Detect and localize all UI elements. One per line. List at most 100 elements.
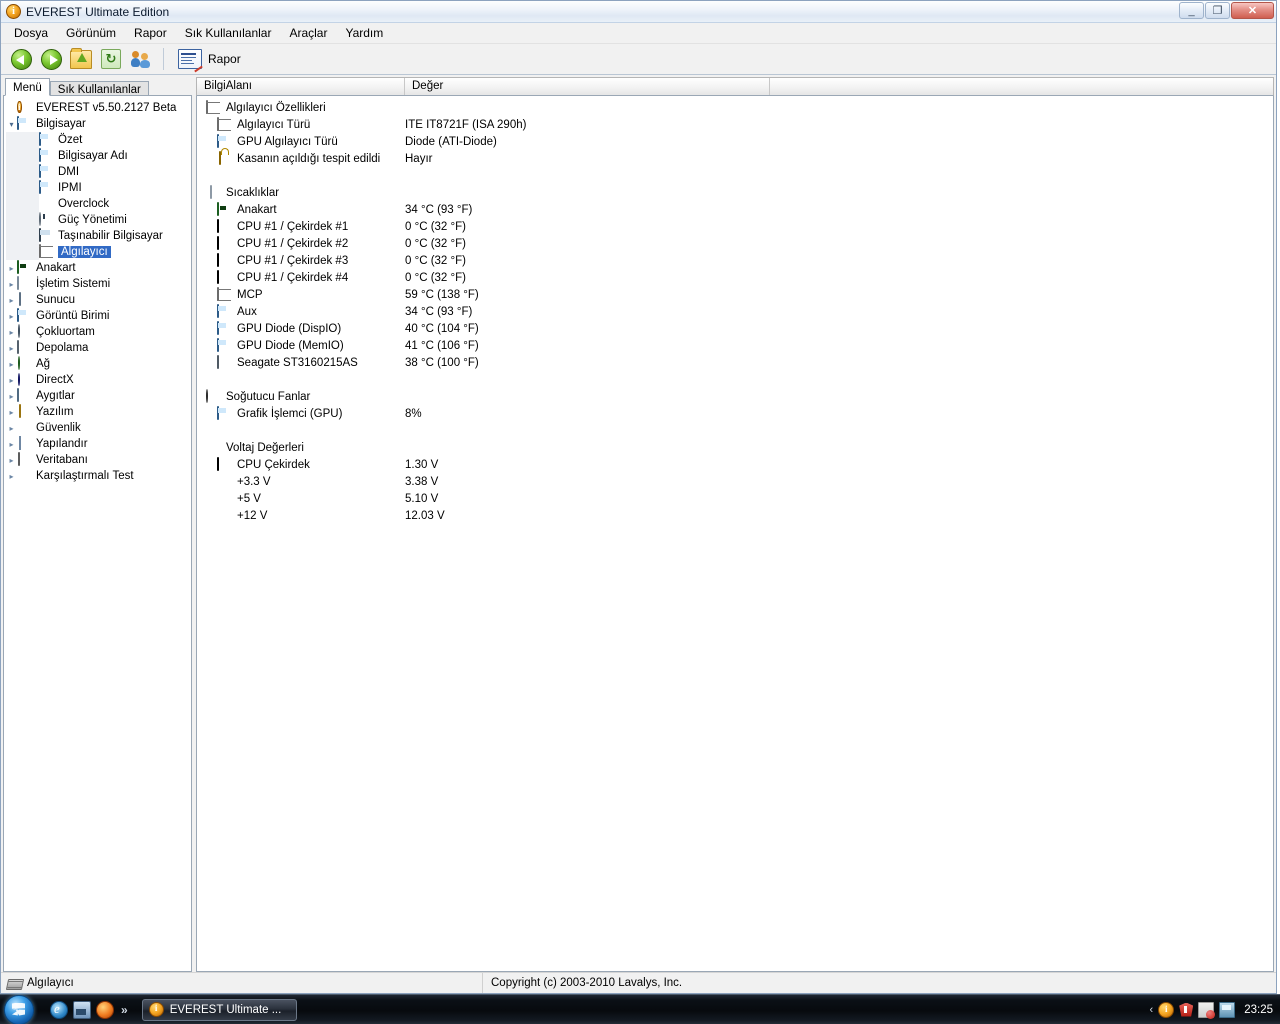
tree-guide	[6, 228, 17, 244]
tree-node-ayg-tlar[interactable]: ▸ Aygıtlar	[6, 388, 191, 404]
tree-node-yaz-l-m[interactable]: ▸ Yazılım	[6, 404, 191, 420]
tree-expander-collapse-icon[interactable]: ▾	[6, 116, 17, 132]
tree-node-alg-lay-c[interactable]: Algılayıcı	[6, 244, 191, 260]
tree-node-depolama[interactable]: ▸ Depolama	[6, 340, 191, 356]
left-pane: Menü Sık Kullanılanlar i EVEREST v5.50.2…	[3, 77, 192, 972]
menu-dosya[interactable]: Dosya	[5, 24, 57, 42]
forward-button[interactable]	[37, 46, 65, 72]
tree-expander-expand-icon[interactable]: ▸	[6, 404, 17, 420]
tree-node-kar-la-t-rmal-test[interactable]: ▸ Karşılaştırmalı Test	[6, 468, 191, 484]
tree-node-ipmi[interactable]: IPMI	[6, 180, 191, 196]
tree-expander-expand-icon[interactable]: ▸	[6, 468, 17, 484]
maximize-button[interactable]: ❐	[1205, 2, 1230, 19]
taskbar-button-everest[interactable]: i EVEREST Ultimate ...	[141, 998, 297, 1021]
action-center-icon[interactable]	[1198, 1001, 1216, 1019]
grid-row[interactable]: CPU #1 / Çekirdek #1 0 °C (32 °F)	[197, 218, 1273, 235]
tree-node-anakart[interactable]: ▸ Anakart	[6, 260, 191, 276]
tree-node-g-r-nt-birimi[interactable]: ▸ Görüntü Birimi	[6, 308, 191, 324]
menu-rapor[interactable]: Rapor	[125, 24, 176, 42]
network-icon[interactable]	[1219, 1001, 1236, 1018]
tree-node-ta-nabilir-bilgisayar[interactable]: Taşınabilir Bilgisayar	[6, 228, 191, 244]
grid-section-header[interactable]: Algılayıcı Özellikleri	[197, 99, 1273, 116]
users-button[interactable]	[127, 46, 155, 72]
tree-node-directx[interactable]: ▸ DirectX	[6, 372, 191, 388]
grid-row[interactable]: +3.3 V 3.38 V	[197, 473, 1273, 490]
tree-panel[interactable]: i EVEREST v5.50.2127 Beta ▾ Bilgisayar Öze…	[3, 95, 192, 972]
grid-row[interactable]: +12 V 12.03 V	[197, 507, 1273, 524]
grid-row[interactable]: MCP 59 °C (138 °F)	[197, 286, 1273, 303]
tree-node-i-letim-sistemi[interactable]: ▸ İşletim Sistemi	[6, 276, 191, 292]
tab-favorites[interactable]: Sık Kullanılanlar	[49, 81, 149, 96]
tree-node-okluortam[interactable]: ▸ Çokluortam	[6, 324, 191, 340]
grid-row[interactable]: Algılayıcı Türü ITE IT8721F (ISA 290h)	[197, 116, 1273, 133]
show-desktop-icon[interactable]	[73, 1000, 91, 1019]
column-header-extra[interactable]	[770, 78, 1273, 95]
tree-node-zet[interactable]: Özet	[6, 132, 191, 148]
navigation-tree: i EVEREST v5.50.2127 Beta ▾ Bilgisayar Öze…	[4, 96, 191, 484]
sensor-grid[interactable]: Algılayıcı Özellikleri Algılayıcı Türü ITE…	[196, 96, 1274, 972]
report-button[interactable]: Rapor	[172, 47, 247, 71]
menu-araclar[interactable]: Araçlar	[280, 24, 336, 42]
grid-row-name: GPU Diode (DispIO)	[237, 322, 342, 335]
tree-node-bilgisayar-ad[interactable]: Bilgisayar Adı	[6, 148, 191, 164]
tree-node-overclock[interactable]: Overclock	[6, 196, 191, 212]
tree-expander-expand-icon[interactable]: ▸	[6, 436, 17, 452]
tree-expander-expand-icon[interactable]: ▸	[6, 324, 17, 340]
tree-node-sunucu[interactable]: ▸ Sunucu	[6, 292, 191, 308]
grid-row[interactable]: Grafik İşlemci (GPU) 8%	[197, 405, 1273, 422]
grid-row[interactable]: GPU Algılayıcı Türü Diode (ATI-Diode)	[197, 133, 1273, 150]
grid-row[interactable]: CPU #1 / Çekirdek #4 0 °C (32 °F)	[197, 269, 1273, 286]
grid-row-name: GPU Diode (MemIO)	[237, 339, 344, 352]
grid-row[interactable]: Kasanın açıldığı tespit edildi Hayır	[197, 150, 1273, 167]
grid-row[interactable]: CPU #1 / Çekirdek #2 0 °C (32 °F)	[197, 235, 1273, 252]
tray-expand-icon[interactable]: ‹	[1150, 1004, 1154, 1016]
everest-tray-icon[interactable]: i	[1158, 1001, 1175, 1018]
menu-yardim[interactable]: Yardım	[336, 24, 392, 42]
tree-node-dmi[interactable]: DMI	[6, 164, 191, 180]
tree-node-g-y-netimi[interactable]: Güç Yönetimi	[6, 212, 191, 228]
minimize-button[interactable]: _	[1179, 2, 1204, 19]
grid-row[interactable]: Aux 34 °C (93 °F)	[197, 303, 1273, 320]
tree-expander-expand-icon[interactable]: ▸	[6, 388, 17, 404]
firefox-icon[interactable]	[96, 1000, 114, 1019]
tree-expander-expand-icon[interactable]: ▸	[6, 372, 17, 388]
tree-expander-expand-icon[interactable]: ▸	[6, 452, 17, 468]
menu-gorunum[interactable]: Görünüm	[57, 24, 125, 42]
tree-expander-expand-icon[interactable]: ▸	[6, 260, 17, 276]
tree-expander-expand-icon[interactable]: ▸	[6, 340, 17, 356]
tree-expander-expand-icon[interactable]: ▸	[6, 276, 17, 292]
column-header-value[interactable]: Değer	[405, 78, 770, 95]
quick-launch-overflow[interactable]: »	[121, 1003, 128, 1017]
grid-row[interactable]: +5 V 5.10 V	[197, 490, 1273, 507]
grid-row[interactable]: Seagate ST3160215AS 38 °C (100 °F)	[197, 354, 1273, 371]
back-button[interactable]	[7, 46, 35, 72]
tree-node-g-venlik[interactable]: ▸ Güvenlik	[6, 420, 191, 436]
tab-menu[interactable]: Menü	[5, 78, 50, 96]
tree-expander-expand-icon[interactable]: ▸	[6, 356, 17, 372]
grid-row[interactable]: CPU #1 / Çekirdek #3 0 °C (32 °F)	[197, 252, 1273, 269]
grid-row[interactable]: GPU Diode (DispIO) 40 °C (104 °F)	[197, 320, 1273, 337]
tree-node-veritaban[interactable]: ▸ Veritabanı	[6, 452, 191, 468]
tree-node-root[interactable]: i EVEREST v5.50.2127 Beta	[6, 100, 191, 116]
antivirus-shield-icon[interactable]	[1179, 1002, 1194, 1017]
internet-explorer-icon[interactable]	[50, 1000, 68, 1019]
start-button[interactable]	[4, 994, 34, 1024]
tree-node-bilgisayar[interactable]: ▾ Bilgisayar	[6, 116, 191, 132]
tree-expander-expand-icon[interactable]: ▸	[6, 292, 17, 308]
refresh-button[interactable]: ↻	[97, 46, 125, 72]
column-header-field[interactable]: BilgiAlanı	[197, 78, 405, 95]
grid-section-header[interactable]: Voltaj Değerleri	[197, 439, 1273, 456]
taskbar-clock[interactable]: 23:25	[1244, 1004, 1273, 1016]
tree-expander-expand-icon[interactable]: ▸	[6, 308, 17, 324]
grid-section-header[interactable]: Sıcaklıklar	[197, 184, 1273, 201]
tree-node-a[interactable]: ▸ Ağ	[6, 356, 191, 372]
grid-section-header[interactable]: Soğutucu Fanlar	[197, 388, 1273, 405]
tree-expander-expand-icon[interactable]: ▸	[6, 420, 17, 436]
menu-sik-kullanilanlar[interactable]: Sık Kullanılanlar	[176, 24, 281, 42]
grid-row[interactable]: Anakart 34 °C (93 °F)	[197, 201, 1273, 218]
grid-row[interactable]: CPU Çekirdek 1.30 V	[197, 456, 1273, 473]
up-folder-button[interactable]	[67, 46, 95, 72]
close-button[interactable]: ✕	[1231, 2, 1274, 19]
tree-node-yap-land-r[interactable]: ▸ Yapılandır	[6, 436, 191, 452]
grid-row[interactable]: GPU Diode (MemIO) 41 °C (106 °F)	[197, 337, 1273, 354]
